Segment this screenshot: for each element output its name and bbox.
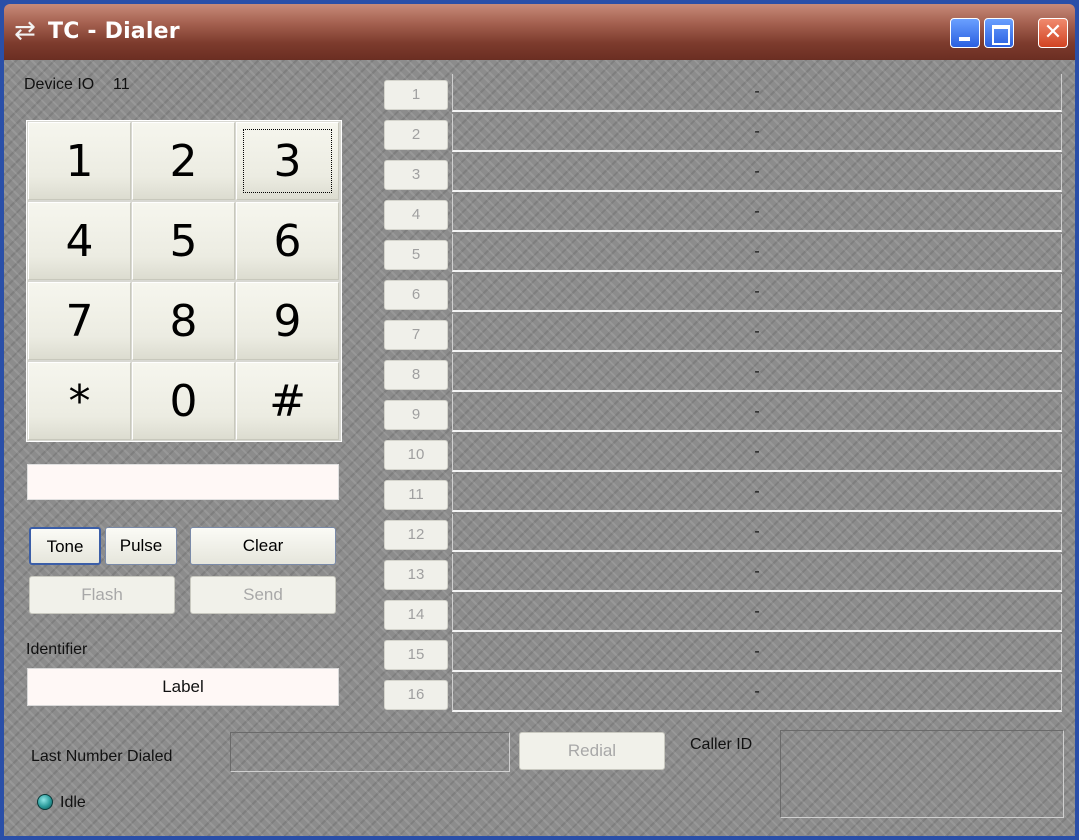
status-text: Idle — [60, 794, 86, 811]
dial-entry-field[interactable] — [27, 464, 339, 500]
maximize-button[interactable] — [984, 18, 1014, 48]
row-field-8: - — [452, 354, 1062, 392]
row-field-14: - — [452, 594, 1062, 632]
dialer-window: ⇄ TC - Dialer ✕ Device IO 11 1 2 3 4 5 6… — [0, 0, 1079, 840]
swap-arrows-icon: ⇄ — [14, 16, 36, 46]
pulse-button[interactable]: Pulse — [105, 527, 177, 565]
key-4[interactable]: 4 — [28, 202, 131, 280]
last-number-field — [230, 732, 510, 772]
row-field-13: - — [452, 554, 1062, 592]
row-field-16: - — [452, 674, 1062, 712]
row-button-6[interactable]: 6 — [384, 280, 448, 310]
caller-id-label: Caller ID — [690, 736, 753, 753]
tone-button[interactable]: Tone — [29, 527, 101, 565]
identifier-field[interactable]: Label — [27, 668, 339, 706]
row-field-2: - — [452, 114, 1062, 152]
clear-button[interactable]: Clear — [190, 527, 336, 565]
key-8[interactable]: 8 — [132, 282, 235, 360]
row-button-9[interactable]: 9 — [384, 400, 448, 430]
row-button-2[interactable]: 2 — [384, 120, 448, 150]
window-title: TC - Dialer — [48, 19, 180, 44]
row-field-15: - — [452, 634, 1062, 672]
row-button-10[interactable]: 10 — [384, 440, 448, 470]
close-icon: ✕ — [1043, 20, 1063, 45]
row-field-11: - — [452, 474, 1062, 512]
row-field-10: - — [452, 434, 1062, 472]
key-7[interactable]: 7 — [28, 282, 131, 360]
row-field-9: - — [452, 394, 1062, 432]
key-0[interactable]: 0 — [132, 362, 235, 440]
row-button-16[interactable]: 16 — [384, 680, 448, 710]
keypad: 1 2 3 4 5 6 7 8 9 * 0 # — [26, 120, 342, 442]
key-2[interactable]: 2 — [132, 122, 235, 200]
device-io-label: Device IO — [24, 76, 95, 93]
key-5[interactable]: 5 — [132, 202, 235, 280]
send-button[interactable]: Send — [190, 576, 336, 614]
row-button-14[interactable]: 14 — [384, 600, 448, 630]
window-body: Device IO 11 1 2 3 4 5 6 7 8 9 * 0 # Ton… — [4, 60, 1075, 836]
row-button-1[interactable]: 1 — [384, 80, 448, 110]
device-io-value: 11 — [113, 76, 130, 93]
key-9[interactable]: 9 — [236, 282, 339, 360]
row-field-1: - — [452, 74, 1062, 112]
row-button-8[interactable]: 8 — [384, 360, 448, 390]
row-button-4[interactable]: 4 — [384, 200, 448, 230]
close-button[interactable]: ✕ — [1038, 18, 1068, 48]
flash-button[interactable]: Flash — [29, 576, 175, 614]
row-field-5: - — [452, 234, 1062, 272]
status-led-icon — [37, 794, 53, 810]
key-star[interactable]: * — [28, 362, 131, 440]
identifier-label: Identifier — [26, 641, 88, 658]
row-button-13[interactable]: 13 — [384, 560, 448, 590]
row-field-12: - — [452, 514, 1062, 552]
last-number-label: Last Number Dialed — [31, 748, 173, 765]
row-button-5[interactable]: 5 — [384, 240, 448, 270]
row-field-3: - — [452, 154, 1062, 192]
row-button-15[interactable]: 15 — [384, 640, 448, 670]
row-field-7: - — [452, 314, 1062, 352]
redial-button[interactable]: Redial — [519, 732, 665, 770]
row-field-6: - — [452, 274, 1062, 312]
key-1[interactable]: 1 — [28, 122, 131, 200]
row-field-4: - — [452, 194, 1062, 232]
key-3[interactable]: 3 — [236, 122, 339, 200]
row-button-12[interactable]: 12 — [384, 520, 448, 550]
key-hash[interactable]: # — [236, 362, 339, 440]
row-button-11[interactable]: 11 — [384, 480, 448, 510]
title-bar[interactable]: ⇄ TC - Dialer ✕ — [4, 4, 1075, 60]
row-button-7[interactable]: 7 — [384, 320, 448, 350]
minimize-button[interactable] — [950, 18, 980, 48]
caller-id-field — [780, 730, 1064, 818]
key-6[interactable]: 6 — [236, 202, 339, 280]
focus-ring — [243, 129, 332, 193]
row-button-3[interactable]: 3 — [384, 160, 448, 190]
